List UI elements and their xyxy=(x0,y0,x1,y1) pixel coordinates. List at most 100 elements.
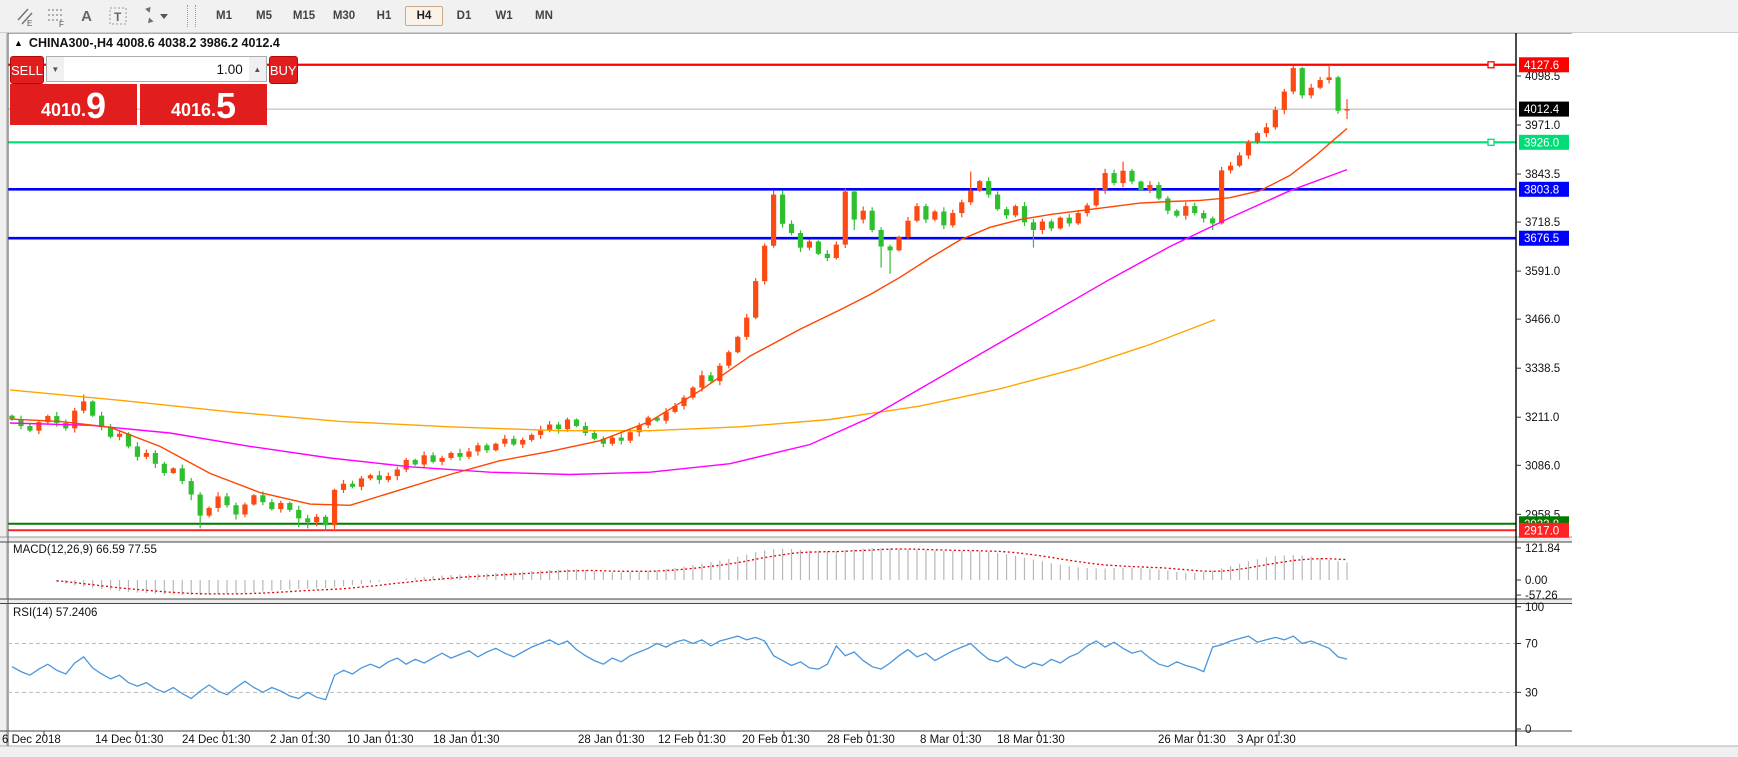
candle-body xyxy=(260,495,266,503)
timeframe-button-h1[interactable]: H1 xyxy=(365,6,403,26)
price-axis-label: 3971.0 xyxy=(1525,120,1560,132)
price-badge-label: 3803.8 xyxy=(1524,184,1559,196)
candle-body xyxy=(116,433,123,437)
time-axis-label: 3 Apr 01:30 xyxy=(1237,734,1296,746)
candle-body xyxy=(923,206,929,220)
one-click-trading-panel: SELL ▼ ▲ BUY 4010.9 4016.5 xyxy=(10,56,298,125)
toolbar-grip[interactable] xyxy=(187,5,196,27)
candle-body xyxy=(582,426,589,433)
macd-panel-divider[interactable] xyxy=(0,537,1572,542)
candle-body xyxy=(959,202,965,214)
candle-body xyxy=(824,253,830,259)
top-toolbar: E F A T M1 M5 M15 M30 H1 H4 D1 W1 MN xyxy=(0,0,1738,33)
timeframe-button-w1[interactable]: W1 xyxy=(485,6,523,26)
candle-body xyxy=(484,445,490,451)
price-badge-label: 4127.6 xyxy=(1524,60,1559,72)
candle-body xyxy=(797,233,804,248)
candle-body xyxy=(287,502,293,510)
fibonacci-icon[interactable]: F xyxy=(41,3,70,30)
svg-text:F: F xyxy=(59,20,64,27)
symbol-ohlc-text: CHINA300-,H4 4008.6 4038.2 3986.2 4012.4 xyxy=(28,36,280,50)
candle-body xyxy=(331,489,338,526)
candle-body xyxy=(1227,165,1234,171)
timeframe-button-mn[interactable]: MN xyxy=(525,6,563,26)
time-axis-label: 2 Jan 01:30 xyxy=(270,734,330,746)
candle-body xyxy=(502,438,508,444)
sell-price-big-digit: 9 xyxy=(86,85,107,126)
candle-body xyxy=(493,443,499,451)
price-axis-label: 3466.0 xyxy=(1525,314,1560,326)
candle-body xyxy=(573,419,580,427)
candle-body xyxy=(475,445,481,452)
candle-body xyxy=(439,457,445,462)
timeframe-button-m1[interactable]: M1 xyxy=(205,6,243,26)
price-badge-label: 3676.5 xyxy=(1524,233,1559,245)
time-axis-label: 18 Mar 01:30 xyxy=(997,734,1065,746)
sell-price-display[interactable]: 4010. 9 xyxy=(10,84,137,125)
candle-body xyxy=(305,518,311,523)
candle-body xyxy=(188,481,194,495)
buy-button[interactable]: BUY xyxy=(268,56,298,84)
svg-text:T: T xyxy=(114,10,122,24)
candle-body xyxy=(1075,213,1081,224)
svg-text:E: E xyxy=(27,19,32,27)
time-axis-label: 28 Feb 01:30 xyxy=(827,734,895,746)
volume-input[interactable] xyxy=(63,57,249,81)
candle-body xyxy=(1263,127,1269,134)
volume-stepper: ▼ ▲ xyxy=(45,56,267,82)
candle-body xyxy=(349,483,356,487)
timeframe-button-m30[interactable]: M30 xyxy=(325,6,363,26)
candle-body xyxy=(627,432,633,441)
candle-body xyxy=(806,241,813,248)
candle-body xyxy=(726,352,732,366)
candle-body xyxy=(1299,68,1305,96)
volume-decrease-button[interactable]: ▼ xyxy=(46,57,64,81)
hline-marker[interactable] xyxy=(1487,138,1495,146)
candle-body xyxy=(735,336,741,353)
time-axis-label: 6 Dec 2018 xyxy=(2,734,61,746)
candle-body xyxy=(887,246,893,251)
rsi-axis-label: 70 xyxy=(1525,638,1538,650)
buy-price-display[interactable]: 4016. 5 xyxy=(140,84,267,125)
candle-body xyxy=(591,432,597,439)
candle-body xyxy=(1147,184,1153,190)
candle-body xyxy=(448,452,454,458)
text-label-icon[interactable]: T xyxy=(103,3,132,30)
text-tool-icon[interactable]: A xyxy=(72,3,101,30)
bottom-window-edge xyxy=(0,746,1738,757)
candle-body xyxy=(511,438,517,445)
macd-axis-label: 121.84 xyxy=(1525,543,1561,555)
timeframe-button-m5[interactable]: M5 xyxy=(245,6,283,26)
rsi-panel-divider[interactable] xyxy=(0,599,1572,604)
candle-body xyxy=(1066,217,1072,224)
equidistant-channel-icon[interactable]: E xyxy=(10,3,39,30)
candle-body xyxy=(251,495,257,505)
arrows-tool-icon[interactable] xyxy=(134,3,172,30)
timeframe-buttons: M1 M5 M15 M30 H1 H4 D1 W1 MN xyxy=(204,6,564,26)
candle-body xyxy=(1219,170,1225,224)
timeframe-button-h4[interactable]: H4 xyxy=(405,6,443,26)
candle-body xyxy=(1344,109,1350,111)
candle-body xyxy=(1272,110,1278,128)
candle-body xyxy=(977,181,983,191)
timeframe-button-d1[interactable]: D1 xyxy=(445,6,483,26)
candle-body xyxy=(941,211,947,226)
candle-body xyxy=(90,401,96,416)
candle-body xyxy=(296,509,302,519)
candle-body xyxy=(564,419,571,430)
candle-body xyxy=(430,455,436,462)
candle-body xyxy=(1254,133,1261,143)
hline-marker[interactable] xyxy=(1487,61,1495,69)
candle-body xyxy=(233,505,239,515)
candle-body xyxy=(815,241,821,254)
timeframe-button-m15[interactable]: M15 xyxy=(285,6,323,26)
candle-body xyxy=(466,451,472,457)
candle-body xyxy=(269,502,275,510)
candle-body xyxy=(896,236,902,251)
sell-button[interactable]: SELL xyxy=(10,56,44,84)
price-axis-label: 3086.0 xyxy=(1525,460,1560,472)
volume-increase-button[interactable]: ▲ xyxy=(248,57,266,81)
candle-body xyxy=(170,468,176,473)
candle-body xyxy=(152,452,158,464)
candle-body xyxy=(762,245,768,282)
